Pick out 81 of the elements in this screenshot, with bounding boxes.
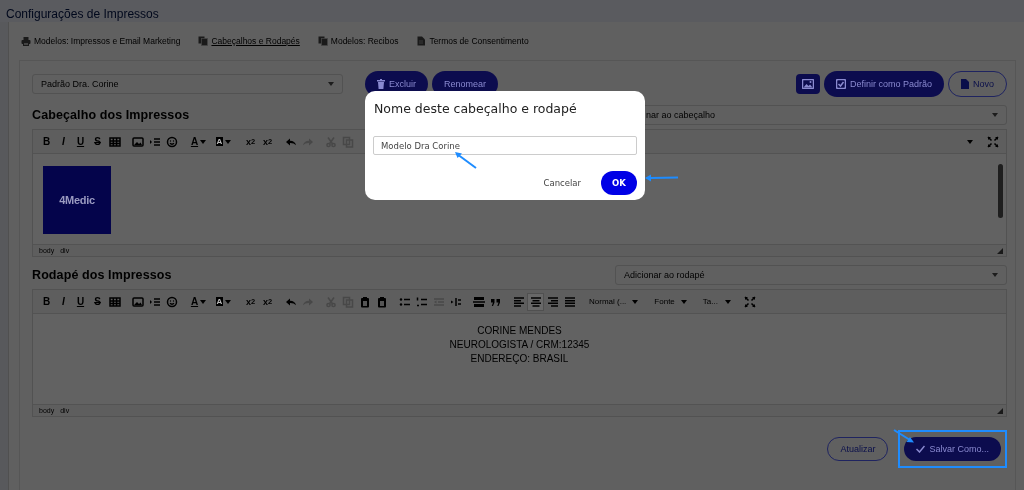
documents-icon [198, 36, 209, 46]
name-input[interactable]: Modelo Dra Corine [373, 136, 637, 155]
indent-list-icon [148, 295, 161, 308]
align-right-icon [546, 295, 559, 308]
italic-button[interactable]: I [55, 292, 72, 311]
caret-icon [724, 299, 731, 304]
document-icon [416, 36, 427, 46]
section-title: Cabeçalho dos Impressos [32, 108, 190, 122]
page-title: Configurações de Impressos [6, 7, 159, 21]
resize-handle-icon [997, 248, 1003, 254]
fullscreen-icon [986, 135, 999, 148]
section-title: Rodapé dos Impressos [32, 268, 172, 282]
caret-icon [632, 299, 639, 304]
scrollbar[interactable] [998, 164, 1003, 218]
template-select[interactable]: Padrão Dra. Corine [32, 74, 343, 94]
document-icon [961, 79, 969, 89]
table-icon [108, 135, 121, 148]
caret-icon [680, 299, 687, 304]
dropdown[interactable]: Fonte [649, 292, 692, 311]
caret-icon [992, 113, 998, 117]
footer-text-line: ENDEREÇO: BRASIL [469, 352, 570, 366]
align-center-icon [529, 295, 542, 308]
bold-button[interactable]: B [38, 132, 55, 151]
caret-icon [225, 139, 232, 144]
documents-icon [317, 36, 328, 46]
smiley-icon [165, 135, 178, 148]
text-color-button[interactable]: A [186, 292, 211, 311]
align-left-icon [512, 295, 525, 308]
underline-button[interactable]: U [72, 292, 89, 311]
table-icon [108, 295, 121, 308]
annotation-arrow [645, 174, 679, 182]
cancel-button[interactable]: Cancelar [537, 177, 587, 189]
justify-icon [563, 295, 576, 308]
ok-button[interactable]: OK [601, 171, 637, 195]
caret-icon [200, 139, 207, 144]
tab[interactable]: Cabeçalhos e Rodapés [198, 36, 300, 46]
trash-icon [377, 79, 385, 89]
caret-icon [225, 299, 232, 304]
dropdown[interactable]: Normal (... [584, 292, 644, 311]
resize-handle-icon [997, 408, 1003, 414]
tab[interactable]: Termos de Consentimento [416, 36, 529, 46]
indent-list-icon [148, 135, 161, 148]
background-color-button[interactable]: A [211, 132, 236, 151]
indent-icon [449, 295, 462, 308]
image-button[interactable] [795, 74, 820, 94]
strike-button[interactable]: S [89, 292, 106, 311]
set-default-button[interactable]: Definir como Padrão [823, 71, 944, 97]
save-as-button[interactable]: Salvar Como... [904, 437, 1001, 461]
insert-select[interactable]: Adicionar ao rodapé [615, 265, 1007, 285]
caret-icon [328, 82, 334, 86]
dropdown[interactable]: Ta... [697, 292, 736, 311]
clipboard-icon [358, 295, 371, 308]
tab[interactable]: Modelos: Impressos e Email Marketing [21, 36, 181, 46]
image-icon [801, 79, 814, 89]
image-icon [131, 295, 144, 308]
text-color-button[interactable]: A [186, 132, 211, 151]
logo-image: 4Medic [43, 166, 111, 234]
caret-icon [200, 299, 207, 304]
align-center-button[interactable] [527, 292, 544, 311]
tab[interactable]: Modelos: Recibos [317, 36, 399, 46]
checkbox-icon [835, 79, 846, 89]
printer-icon [21, 36, 31, 46]
strike-button[interactable]: S [89, 132, 106, 151]
horizontal-rule-icon [472, 295, 485, 308]
bullet-list-icon [398, 295, 411, 308]
footer-text-line: NEUROLOGISTA / CRM:12345 [449, 338, 590, 352]
annotation-arrow [454, 151, 478, 169]
caret-icon [992, 273, 998, 277]
footer-text-line: CORINE MENDES [476, 324, 563, 338]
caret-icon [967, 139, 973, 144]
underline-button[interactable]: U [72, 132, 89, 151]
smiley-icon [165, 295, 178, 308]
bold-button[interactable]: B [38, 292, 55, 311]
background-color-button[interactable]: A [211, 292, 236, 311]
check-icon [916, 445, 926, 453]
numbered-list-icon [415, 295, 428, 308]
italic-button[interactable]: I [55, 132, 72, 151]
dialog-title: Nome deste cabeçalho e rodapé [373, 101, 578, 116]
fullscreen-icon [744, 295, 757, 308]
clipboard-icon [375, 295, 388, 308]
image-icon [131, 135, 144, 148]
